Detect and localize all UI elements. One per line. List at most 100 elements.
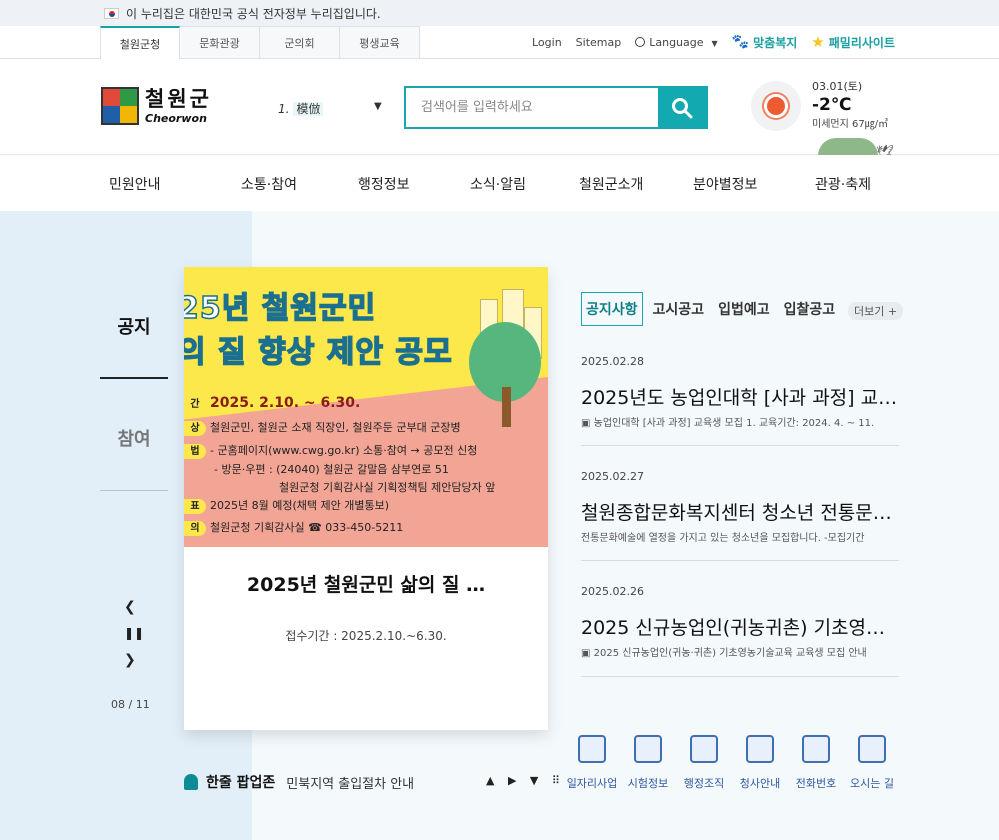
next-slide-icon[interactable]: ❯ bbox=[124, 652, 136, 668]
tab-announcements[interactable]: 공지사항 bbox=[581, 292, 643, 326]
card-description: 접수기간 : 2025.2.10.~6.30. bbox=[285, 629, 447, 643]
language-label: Language bbox=[649, 35, 704, 49]
nav-news[interactable]: 소식·알림 bbox=[470, 174, 526, 194]
quick-link-building-guide[interactable]: 청사안내 bbox=[730, 735, 790, 791]
notice-divider bbox=[581, 560, 899, 561]
weather-date: 03.01(토) bbox=[812, 80, 863, 93]
notice-title[interactable]: 2025년도 농업인대학 [사과 과정] 교육생 모집 bbox=[581, 383, 899, 410]
notice-title[interactable]: 철원종합문화복지센터 청소년 전통문화예술단 모집 bbox=[581, 498, 899, 525]
caret-down-icon: ▼ bbox=[711, 38, 718, 48]
poster-contact: 철원군청 기획감사실 ☎ 033-450-5211 bbox=[210, 521, 404, 534]
search-icon bbox=[672, 97, 693, 118]
nav-civil-affairs[interactable]: 민원안내 bbox=[109, 174, 161, 194]
quick-link-organization[interactable]: 행정조직 bbox=[674, 735, 734, 791]
family-site-label: 패밀리사이트 bbox=[828, 35, 895, 50]
poster-period: 2025. 2.10. ~ 6.30. bbox=[210, 395, 361, 411]
people-icon bbox=[802, 735, 830, 763]
bell-icon bbox=[184, 774, 198, 790]
popup-zone-label: 한줄 팝업존 bbox=[206, 775, 276, 791]
hill-illustration bbox=[818, 138, 878, 156]
tab-public-notice[interactable]: 고시공고 bbox=[649, 296, 709, 322]
notice-summary: ▣ 2025 신규농업인(귀농·귀촌) 기초영농기술교육 교육생 모집 안내 bbox=[581, 648, 867, 659]
weather-sun-icon bbox=[751, 81, 801, 131]
building-icon bbox=[746, 735, 774, 763]
quick-link-jobs[interactable]: 일자리사업 bbox=[562, 735, 622, 791]
tab-legislation[interactable]: 입법예고 bbox=[714, 296, 774, 322]
tab-divider bbox=[100, 490, 168, 491]
county-emblem-icon bbox=[101, 87, 139, 125]
quick-link-label: 전화번호 bbox=[795, 777, 837, 790]
prev-slide-icon[interactable]: ❮ bbox=[124, 599, 136, 615]
notice-date: 2025.02.28 bbox=[581, 355, 644, 368]
quick-link-directions[interactable]: 오시는 길 bbox=[842, 735, 902, 791]
popular-keyword[interactable]: 1. 模倣 bbox=[278, 100, 324, 117]
logo-korean: 철원군 bbox=[145, 86, 212, 111]
login-link[interactable]: Login bbox=[532, 36, 562, 49]
popular-keyword-rank: 1. bbox=[278, 102, 290, 116]
globe-icon bbox=[635, 36, 646, 47]
quick-link-exam-info[interactable]: 시험정보 bbox=[618, 735, 678, 791]
search-box bbox=[404, 86, 708, 129]
tab-bidding[interactable]: 입찰공고 bbox=[780, 296, 840, 322]
poster-method: - 군홈페이지(www.cwg.go.kr) 소통·참여 → 공모전 신청 bbox=[210, 444, 478, 457]
korea-flag-icon bbox=[104, 7, 119, 19]
more-button[interactable]: 더보기 + bbox=[848, 302, 904, 320]
map-pin-icon bbox=[858, 735, 886, 763]
quick-link-label: 오시는 길 bbox=[850, 777, 894, 790]
header: 철원군 Cheorwon 1.模倣 ▼ 03.01(토) -2℃ 미세먼지 67… bbox=[0, 59, 999, 161]
gov-banner: 이 누리집은 대한민국 공식 전자정부 누리집입니다. bbox=[0, 0, 999, 26]
poster-method-visit: - 방문·우편 : (24040) 철원군 갈말읍 삼부연로 51 bbox=[214, 463, 449, 476]
quick-link-label: 일자리사업 bbox=[566, 777, 618, 790]
notice-tabs: 공지사항 고시공고 입법예고 입찰공고 bbox=[581, 292, 839, 326]
search-button[interactable] bbox=[658, 88, 706, 127]
tab-participation[interactable]: 참여 bbox=[100, 425, 168, 451]
family-site-link[interactable]: ★ 패밀리사이트 bbox=[811, 33, 895, 51]
slide-counter: 08 / 11 bbox=[111, 698, 150, 711]
search-input[interactable] bbox=[406, 88, 658, 127]
keyword-dropdown-icon[interactable]: ▼ bbox=[374, 101, 382, 112]
logo[interactable]: 철원군 Cheorwon bbox=[101, 87, 212, 125]
language-select[interactable]: Language ▼ bbox=[635, 35, 718, 49]
notice-date: 2025.02.26 bbox=[581, 585, 644, 598]
nav-about-county[interactable]: 철원군소개 bbox=[579, 174, 643, 194]
notice-title[interactable]: 2025 신규농업인(귀농귀촌) 기초영농기술교육 bbox=[581, 613, 899, 640]
utility-links: Login Sitemap Language ▼ 🐾 맞춤복지 ★ 패밀리사이트 bbox=[532, 26, 895, 58]
sitemap-link[interactable]: Sitemap bbox=[576, 36, 622, 49]
poster-method-address: 철원군청 기획감사실 기획정책팀 제안담당자 앞 bbox=[279, 481, 496, 494]
utility-bar: 철원군청 문화관광 군의회 평생교육 Login Sitemap Languag… bbox=[0, 26, 999, 59]
site-tabs: 철원군청 문화관광 군의회 평생교육 bbox=[100, 26, 420, 59]
poster-announce: 2025년 8월 예정(채택 제안 개별통보) bbox=[210, 499, 390, 512]
custom-welfare-link[interactable]: 🐾 맞춤복지 bbox=[732, 34, 798, 51]
card-title: 2025년 철원군민 삶의 질 … bbox=[246, 574, 486, 596]
site-tab-culture-tourism[interactable]: 문화관광 bbox=[180, 26, 260, 58]
notice-divider bbox=[581, 676, 899, 677]
pause-icon[interactable]: ❚❚ bbox=[124, 626, 144, 640]
one-line-popup-zone: 한줄 팝업존 민북지역 출입절차 안내 bbox=[184, 772, 414, 792]
nav-tourism-festival[interactable]: 관광·축제 bbox=[815, 174, 871, 194]
org-chart-icon bbox=[690, 735, 718, 763]
popup-zone-text[interactable]: 민북지역 출입절차 안내 bbox=[286, 773, 414, 792]
weather-temperature: -2℃ bbox=[812, 95, 852, 116]
fine-dust: 미세먼지 67㎍/㎥ bbox=[812, 118, 889, 130]
nav-communication[interactable]: 소통·참여 bbox=[241, 174, 297, 194]
gov-banner-text: 이 누리집은 대한민국 공식 전자정부 누리집입니다. bbox=[126, 6, 381, 21]
notice-card[interactable]: 25년 철원군민 의 질 향상 제안 공모 간 2025. 2.10. ~ 6.3… bbox=[184, 267, 548, 730]
paw-icon: 🐾 bbox=[731, 34, 750, 50]
quick-link-phone-directory[interactable]: 전화번호 bbox=[786, 735, 846, 791]
nav-field-info[interactable]: 분야별정보 bbox=[693, 174, 757, 194]
quick-link-label: 시험정보 bbox=[627, 777, 669, 790]
document-edit-icon bbox=[634, 735, 662, 763]
notice-date: 2025.02.27 bbox=[581, 470, 644, 483]
tab-notice[interactable]: 공지 bbox=[100, 313, 168, 339]
main-navigation: 민원안내 소통·참여 행정정보 소식·알림 철원군소개 분야별정보 관광·축제 bbox=[0, 155, 999, 211]
tab-notice-underline bbox=[100, 377, 168, 379]
site-tab-lifelong-education[interactable]: 평생교육 bbox=[340, 26, 420, 58]
site-tab-council[interactable]: 군의회 bbox=[260, 26, 340, 58]
quick-link-label: 청사안내 bbox=[739, 777, 781, 790]
quick-link-label: 행정조직 bbox=[683, 777, 725, 790]
site-tab-county-office[interactable]: 철원군청 bbox=[100, 26, 180, 59]
poster-title-line2: 의 질 향상 제안 공모 bbox=[184, 334, 453, 371]
poster-title-line1: 25년 철원군민 bbox=[184, 290, 377, 327]
nav-administration[interactable]: 행정정보 bbox=[358, 174, 410, 194]
popup-controls[interactable]: ▲ ▶ ▼ ⠿ bbox=[486, 774, 565, 787]
